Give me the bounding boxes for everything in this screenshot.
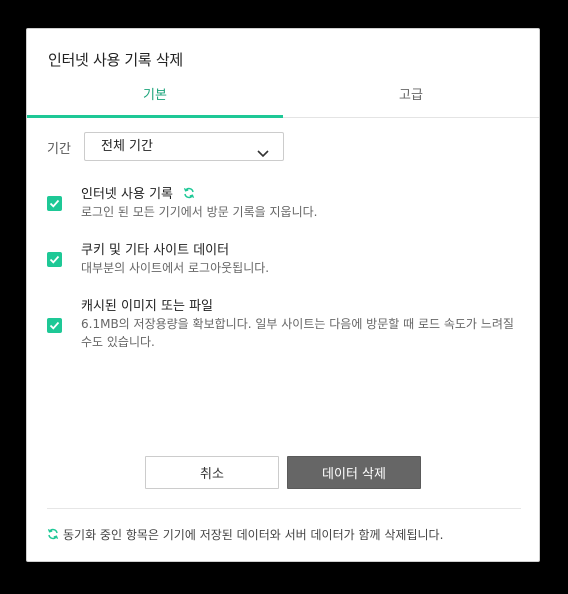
period-label: 기간 xyxy=(47,142,71,157)
sync-footer-text: 동기화 중인 항목은 기기에 저장된 데이터와 서버 데이터가 함께 삭제됩니다… xyxy=(63,528,444,542)
clear-browsing-data-dialog: 인터넷 사용 기록 삭제 기본 고급 기간 전체 기간 인터넷 사용 기록 로그… xyxy=(26,28,540,562)
browsing-history-label: 인터넷 사용 기록 xyxy=(81,187,173,202)
checkmark-icon xyxy=(49,199,60,208)
sync-icon xyxy=(183,187,195,203)
checkmark-icon xyxy=(49,321,60,330)
browsing-history-title: 인터넷 사용 기록 xyxy=(81,183,195,203)
chevron-down-icon xyxy=(257,141,269,168)
period-selected-value: 전체 기간 xyxy=(101,139,153,154)
browsing-history-description: 로그인 된 모든 기기에서 방문 기록을 지웁니다. xyxy=(81,205,318,219)
cache-checkbox[interactable] xyxy=(47,318,62,333)
period-select[interactable]: 전체 기간 xyxy=(84,132,284,161)
tab-bar: 기본 고급 xyxy=(27,81,539,118)
footer-divider xyxy=(47,508,521,509)
tab-advanced[interactable]: 고급 xyxy=(283,81,539,118)
option-browsing-history: 인터넷 사용 기록 로그인 된 모든 기기에서 방문 기록을 지웁니다. xyxy=(47,183,527,223)
sync-icon xyxy=(47,528,59,543)
cookies-checkbox[interactable] xyxy=(47,252,62,267)
option-cache: 캐시된 이미지 또는 파일 6.1MB의 저장용량을 확보합니다. 일부 사이트… xyxy=(47,295,527,355)
browsing-history-checkbox[interactable] xyxy=(47,196,62,211)
cookies-title: 쿠키 및 기타 사이트 데이터 xyxy=(81,243,230,258)
cache-description: 6.1MB의 저장용량을 확보합니다. 일부 사이트는 다음에 방문할 때 로드… xyxy=(81,317,514,349)
option-cookies: 쿠키 및 기타 사이트 데이터 대부분의 사이트에서 로그아웃됩니다. xyxy=(47,239,527,279)
cancel-button[interactable]: 취소 xyxy=(145,456,279,489)
cookies-description: 대부분의 사이트에서 로그아웃됩니다. xyxy=(81,261,270,275)
dialog-title: 인터넷 사용 기록 삭제 xyxy=(48,51,183,69)
sync-footer-note: 동기화 중인 항목은 기기에 저장된 데이터와 서버 데이터가 함께 삭제됩니다… xyxy=(47,526,443,543)
delete-data-button[interactable]: 데이터 삭제 xyxy=(287,456,421,489)
checkmark-icon xyxy=(49,255,60,264)
tab-basic[interactable]: 기본 xyxy=(27,81,283,118)
cache-title: 캐시된 이미지 또는 파일 xyxy=(81,299,213,314)
